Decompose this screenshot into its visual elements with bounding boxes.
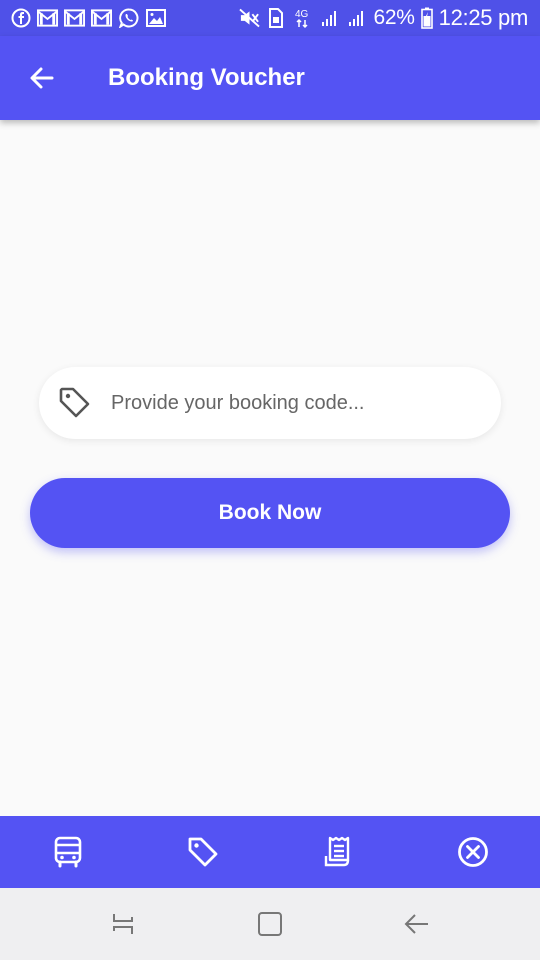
status-bar: 4G 62% 12:25 pm xyxy=(0,0,540,36)
system-navigation-bar xyxy=(0,888,540,960)
tag-icon xyxy=(57,385,93,421)
booking-code-field[interactable] xyxy=(39,367,501,439)
book-now-button[interactable]: Book Now xyxy=(30,478,510,548)
gmail-icon xyxy=(91,8,112,29)
home-icon xyxy=(257,912,282,936)
nav-item-receipt[interactable] xyxy=(308,822,368,882)
nav-item-voucher[interactable] xyxy=(173,822,233,882)
gmail-icon xyxy=(64,8,85,29)
booking-code-input[interactable] xyxy=(111,391,471,415)
network-4g-icon: 4G xyxy=(293,8,314,29)
signal-icon xyxy=(347,8,368,29)
main-content: Book Now xyxy=(0,120,540,816)
page-title: Booking Voucher xyxy=(108,64,305,91)
sim-icon xyxy=(266,8,287,29)
home-button[interactable] xyxy=(240,894,300,954)
receipt-icon xyxy=(324,836,349,867)
gmail-icon xyxy=(37,8,58,29)
system-status: 4G 62% 12:25 pm xyxy=(238,5,529,31)
recent-apps-button[interactable] xyxy=(93,894,153,954)
nav-item-cancel[interactable] xyxy=(443,822,503,882)
back-icon xyxy=(404,914,428,934)
whatsapp-icon xyxy=(118,8,139,29)
clock: 12:25 pm xyxy=(438,5,529,30)
signal-icon xyxy=(320,8,341,29)
battery-percent: 62% xyxy=(373,6,415,29)
recent-apps-icon xyxy=(113,914,134,934)
network-type-label: 4G xyxy=(295,9,309,20)
notification-icons xyxy=(10,8,166,29)
nav-item-bus[interactable] xyxy=(38,822,98,882)
bottom-navigation xyxy=(0,816,540,888)
arrow-left-icon xyxy=(30,67,54,89)
system-back-button[interactable] xyxy=(387,894,447,954)
bus-icon xyxy=(54,836,81,868)
battery-icon xyxy=(420,7,433,29)
app-bar: Booking Voucher xyxy=(0,36,540,120)
back-button[interactable] xyxy=(20,56,64,100)
tag-icon xyxy=(188,837,217,867)
close-circle-icon xyxy=(457,837,488,867)
facebook-icon xyxy=(10,8,31,29)
mute-icon xyxy=(238,8,260,29)
gallery-icon xyxy=(145,8,166,29)
